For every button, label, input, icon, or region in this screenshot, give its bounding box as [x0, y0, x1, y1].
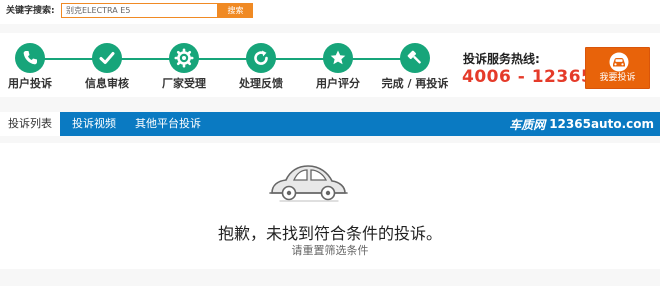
check-icon — [92, 43, 122, 73]
search-bar: 关键字搜索: 搜索 — [0, 0, 660, 24]
empty-state-hint: 请重置筛选条件 — [291, 244, 369, 257]
tab-other-platform[interactable]: 其他平台投诉 — [127, 112, 209, 136]
brand-site: 12365auto.com — [549, 117, 654, 131]
tab-complaint-video[interactable]: 投诉视频 — [64, 112, 124, 136]
step-label: 厂家受理 — [162, 77, 206, 90]
step-label: 用户投诉 — [8, 77, 52, 90]
step-info-review: 信息审核 — [67, 43, 147, 91]
complaint-list-content: 抱歉，未找到符合条件的投诉。 请重置筛选条件 — [0, 143, 660, 269]
tab-complaint-list[interactable]: 投诉列表 — [0, 112, 60, 136]
step-label: 处理反馈 — [239, 77, 283, 90]
car-front-icon — [609, 52, 629, 72]
gear-icon — [169, 43, 199, 73]
search-label: 关键字搜索: — [6, 6, 55, 16]
complain-button[interactable]: 我要投诉 — [585, 47, 650, 89]
brand-logo: 车质网 12365auto.com — [509, 115, 654, 133]
step-user-rating: 用户评分 — [298, 43, 378, 91]
step-complete-recomplain: 完成 / 再投诉 — [375, 43, 455, 91]
hammer-icon — [400, 43, 430, 73]
refresh-icon — [246, 43, 276, 73]
empty-state-title: 抱歉，未找到符合条件的投诉。 — [217, 224, 442, 243]
complain-button-label: 我要投诉 — [599, 73, 636, 83]
hotline-title: 投诉服务热线: — [463, 52, 540, 66]
brand-mark: 车质网 — [509, 117, 546, 132]
step-label: 信息审核 — [85, 77, 129, 90]
car-illustration-icon — [269, 165, 348, 202]
step-label: 用户评分 — [316, 77, 360, 90]
step-user-complaint: 用户投诉 — [0, 43, 70, 91]
search-button[interactable]: 搜索 — [218, 3, 253, 18]
search-input[interactable] — [61, 3, 218, 18]
tab-bar: 投诉列表 投诉视频 其他平台投诉 车质网 12365auto.com — [0, 112, 660, 136]
star-icon — [323, 43, 353, 73]
step-handling-feedback: 处理反馈 — [221, 43, 301, 91]
step-manufacturer-accept: 厂家受理 — [144, 43, 224, 91]
phone-icon — [15, 43, 45, 73]
complaint-process-panel: 用户投诉 信息审核 厂家受理 处理反馈 用户评分 完成 / 再投诉 投诉服务热线… — [0, 33, 660, 97]
step-label: 完成 / 再投诉 — [381, 77, 449, 90]
